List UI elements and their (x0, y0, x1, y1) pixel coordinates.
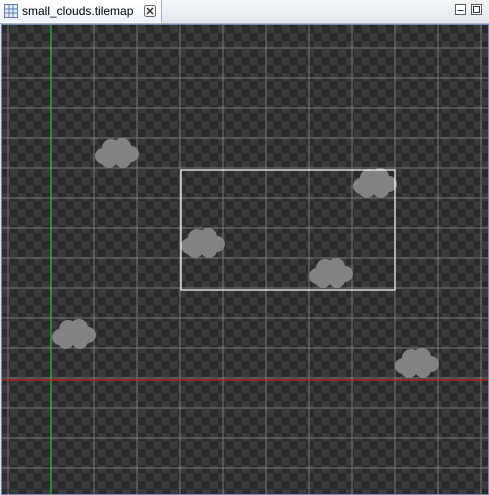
close-icon[interactable] (144, 5, 156, 17)
minimize-icon[interactable] (455, 4, 466, 15)
tilemap-canvas[interactable] (1, 24, 489, 495)
tilemap-grid-icon (4, 4, 18, 18)
cloud-tile[interactable] (95, 138, 139, 168)
tile-grid (2, 25, 488, 494)
maximize-icon[interactable] (471, 4, 482, 15)
editor-tab-bar: small_clouds.tilemap (0, 0, 489, 24)
tab-small-clouds-tilemap[interactable]: small_clouds.tilemap (0, 0, 162, 23)
tab-title: small_clouds.tilemap (22, 4, 134, 18)
cloud-tile[interactable] (52, 319, 96, 349)
cloud-tile[interactable] (181, 228, 225, 258)
cloud-tile[interactable] (309, 258, 353, 288)
cloud-tile[interactable] (353, 168, 397, 198)
cloud-tile[interactable] (395, 348, 439, 378)
tilemap-editor-window: small_clouds.tilemap (0, 0, 489, 495)
